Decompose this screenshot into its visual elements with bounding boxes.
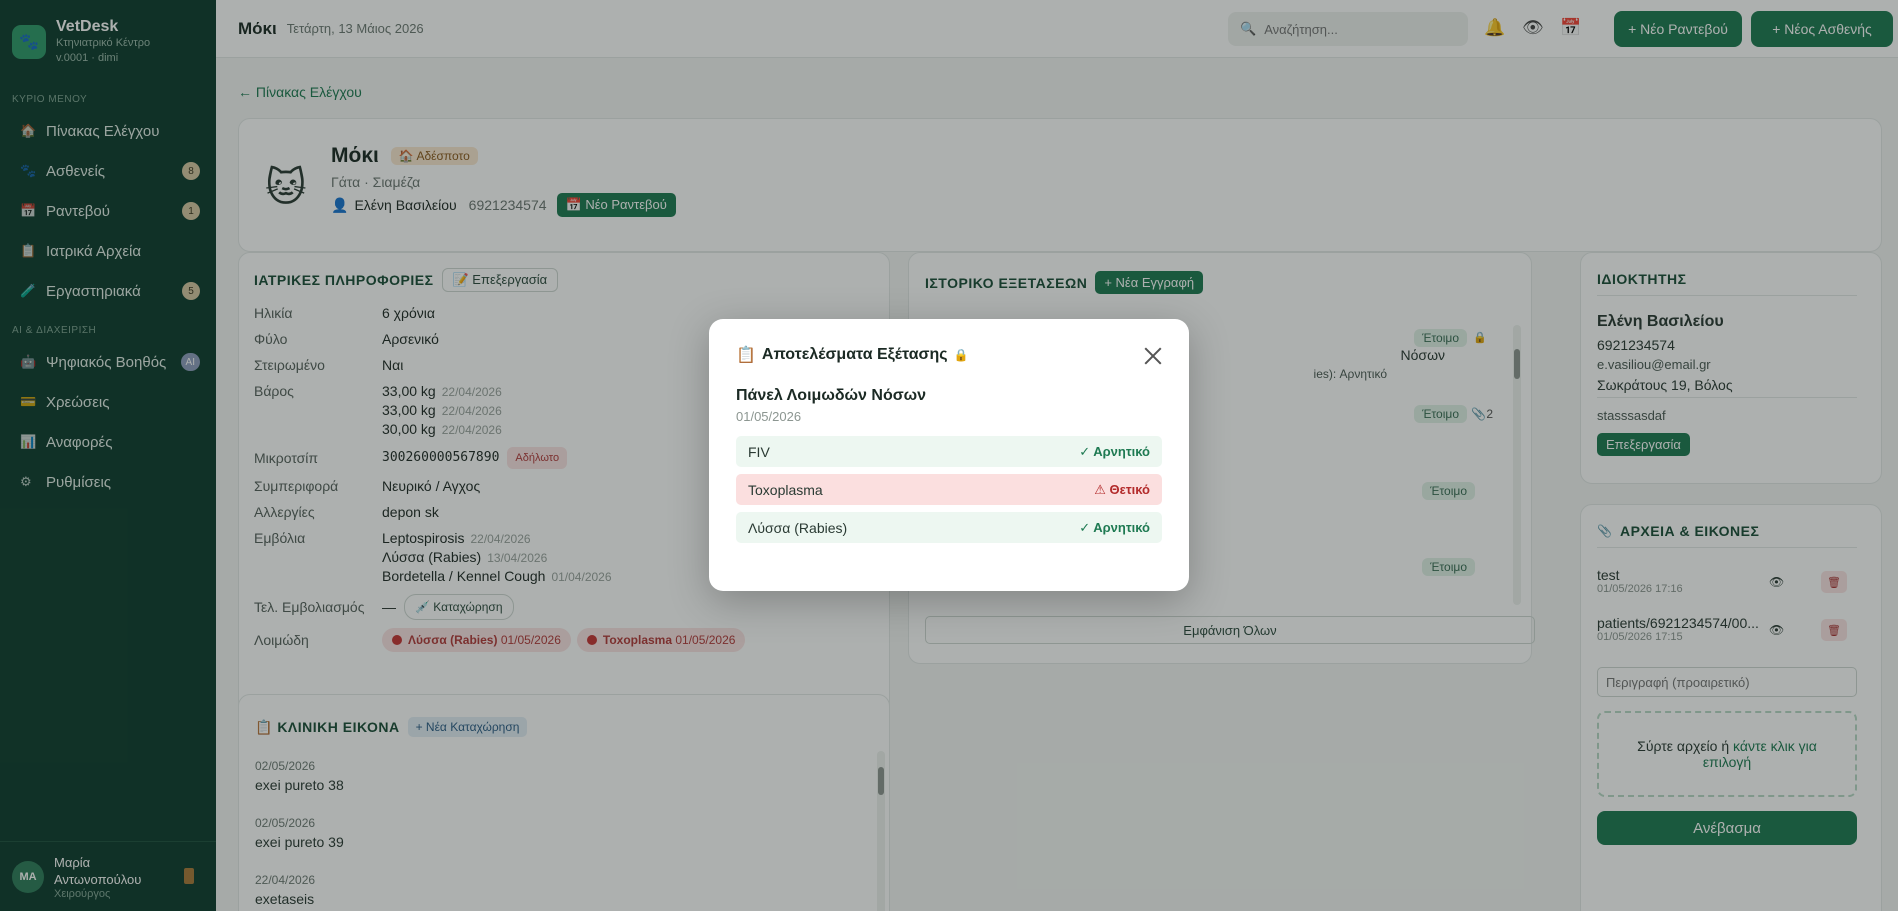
exam-results-modal: 📋 Αποτελέσματα Εξέτασης 🔒 Πάνελ Λοιμωδών… [709,319,1189,591]
test-result: ⚠ Θετικό [1094,481,1150,497]
close-icon[interactable] [1144,347,1162,365]
result-row: FIV ✓ Αρνητικό [736,436,1162,467]
panel-date: 01/05/2026 [736,409,802,424]
test-name: Toxoplasma [748,481,823,498]
panel-name: Πάνελ Λοιμωδών Νόσων [736,387,927,404]
result-row: Toxoplasma ⚠ Θετικό [736,474,1162,505]
lock-icon: 🔒 [953,348,969,362]
test-name: Λύσσα (Rabies) [748,519,848,536]
modal-title: Αποτελέσματα Εξέτασης [761,346,948,363]
test-name: FIV [748,443,770,460]
test-result: ✓ Αρνητικό [1079,519,1150,535]
test-result: ✓ Αρνητικό [1079,443,1150,459]
result-row: Λύσσα (Rabies) ✓ Αρνητικό [736,512,1162,543]
clipboard-icon: 📋 [736,347,756,364]
